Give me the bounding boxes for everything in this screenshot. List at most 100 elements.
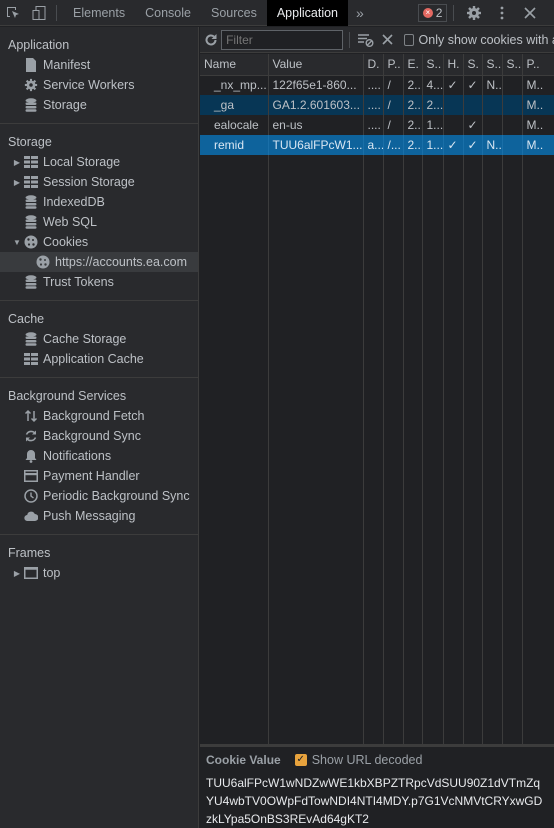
sidebar-item-label: Payment Handler [43,469,140,483]
expand-arrow-icon[interactable]: ▶ [12,158,22,167]
sidebar-item-notifications[interactable]: Notifications [0,446,198,466]
sidebar-item-frame-top[interactable]: ▶ top [0,563,198,583]
grid-icon [23,154,39,170]
table-row[interactable]: _gaGA1.2.601603......./2...2...M.. [200,95,554,115]
column-header-name[interactable]: Name [200,54,269,76]
sidebar-item-label: top [43,566,61,580]
sidebar-item-web-sql[interactable]: Web SQL [0,212,198,232]
error-count-badge[interactable]: × 2 [417,3,448,22]
sidebar-item-service-workers[interactable]: Service Workers [0,75,198,95]
sidebar-item-cookies[interactable]: ▼ Cookies [0,232,198,252]
tab-elements[interactable]: Elements [63,0,135,26]
more-vert-icon[interactable] [488,0,516,26]
filter-input[interactable] [221,29,344,50]
expand-arrow-icon[interactable]: ▶ [12,178,22,187]
more-tabs-button[interactable]: » [348,5,372,21]
tab-console[interactable]: Console [135,0,201,26]
up-down-arrows-icon [23,408,39,424]
sidebar-item-storage[interactable]: Storage [0,95,198,115]
sidebar-item-label: Application Cache [43,352,144,366]
column-header-path[interactable]: P.. [383,54,404,76]
section-title-application: Application [8,38,70,52]
column-header-priority[interactable]: P.. [522,54,554,76]
expand-arrow-icon[interactable]: ▶ [12,569,22,578]
column-header-httponly[interactable]: H. [443,54,464,76]
sidebar-item-local-storage[interactable]: ▶ Local Storage [0,152,198,172]
sidebar-item-payment-handler[interactable]: Payment Handler [0,466,198,486]
column-header-sameparty[interactable]: S.. [502,54,523,76]
cell-samesite: N... [482,75,503,95]
cell-domain: .... [363,115,384,135]
sidebar-item-periodic-background-sync[interactable]: Periodic Background Sync [0,486,198,506]
column-header-domain[interactable]: D. [363,54,384,76]
cookie-icon [23,234,39,250]
clock-icon [23,488,39,504]
sidebar-item-manifest[interactable]: Manifest [0,55,198,75]
cell-sameparty [502,135,523,155]
section-divider [0,300,198,301]
sidebar-item-cache-storage[interactable]: Cache Storage [0,329,198,349]
column-header-size[interactable]: S.. [422,54,444,76]
table-row[interactable]: _nx_mp...122f65e1-860......./2...4...✓✓N… [200,75,554,95]
application-sidebar: Application Manifest Service Workers Sto… [0,27,199,828]
cell-value: TUU6alFPcW1... [268,135,364,155]
sidebar-item-label: Background Sync [43,429,141,443]
sidebar-item-label: Cookies [43,235,89,249]
empty-row [200,455,554,475]
section-title-storage: Storage [8,135,52,149]
column-header-samesite[interactable]: S.. [482,54,503,76]
sidebar-item-application-cache[interactable]: Application Cache [0,349,198,369]
device-toolbar-icon[interactable] [26,0,52,26]
show-url-decoded-checkbox[interactable]: ✓ [294,754,307,766]
clear-all-cookies-icon[interactable] [377,27,398,53]
sidebar-item-indexeddb[interactable]: IndexedDB [0,192,198,212]
cell-value: GA1.2.601603... [268,95,364,115]
cookies-table: Name Value D. P.. E. S.. H. S. S.. S.. P… [200,54,554,744]
empty-row [200,615,554,635]
devtools-tab-bar: Elements Console Sources Application » ×… [0,0,554,26]
cell-expires: 2... [403,135,423,155]
sidebar-item-label: Push Messaging [43,509,136,523]
cell-path: / [383,95,404,115]
only-show-issues-checkbox[interactable] [403,33,414,46]
cookie-value-panel: Cookie Value ✓ Show URL decoded TUU6alFP… [200,744,554,828]
refresh-icon[interactable] [200,27,221,53]
close-icon[interactable] [516,0,544,26]
database-icon [23,274,39,290]
cell-priority: M.. [522,75,554,95]
collapse-arrow-icon[interactable]: ▼ [12,238,22,247]
sidebar-item-push-messaging[interactable]: Push Messaging [0,506,198,526]
grid-icon [23,174,39,190]
sidebar-item-label: Local Storage [43,155,121,169]
empty-row [200,395,554,415]
sidebar-item-cookie-origin[interactable]: https://accounts.ea.com [0,252,198,272]
cell-secure [463,95,483,115]
cell-domain: .... [363,75,384,95]
empty-row [200,435,554,455]
settings-gear-icon[interactable] [460,0,488,26]
empty-row [200,215,554,235]
cookies-panel: Only show cookies with an issue Name Val… [200,27,554,828]
cell-httponly [443,115,464,135]
sidebar-item-background-sync[interactable]: Background Sync [0,426,198,446]
cell-expires: 2... [403,95,423,115]
tab-sources[interactable]: Sources [201,0,267,26]
table-row[interactable]: ealocaleen-us..../2...1... ✓ M.. [200,115,554,135]
cookie-value-text[interactable]: TUU6alFPcW1wNDZwWE1kbXBPZTRpcVdSUU90Z1dV… [200,771,554,828]
column-header-secure[interactable]: S. [463,54,483,76]
cell-size: 4... [422,75,444,95]
empty-row [200,375,554,395]
column-header-expires[interactable]: E. [403,54,423,76]
sidebar-item-trust-tokens[interactable]: Trust Tokens [0,272,198,292]
table-row[interactable]: remidTUU6alFPcW1...a.../...2...1...✓✓N..… [200,135,554,155]
clear-filtered-cookies-icon[interactable] [356,27,377,53]
frame-icon [23,565,39,581]
tab-application[interactable]: Application [266,0,348,26]
toolbar-divider [453,4,455,21]
empty-row [200,495,554,515]
inspect-element-icon[interactable] [0,0,26,26]
sidebar-item-background-fetch[interactable]: Background Fetch [0,406,198,426]
empty-row [200,355,554,375]
sidebar-item-session-storage[interactable]: ▶ Session Storage [0,172,198,192]
column-header-value[interactable]: Value [268,54,364,76]
